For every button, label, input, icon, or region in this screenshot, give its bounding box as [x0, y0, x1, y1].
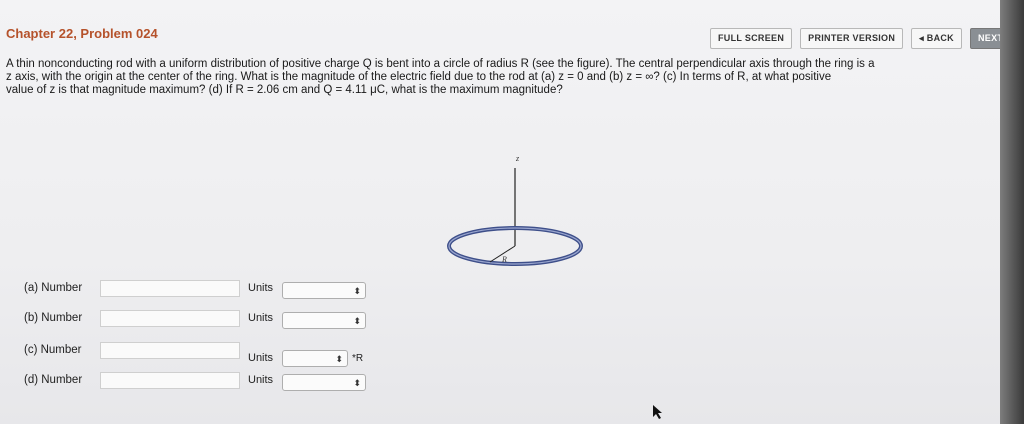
problem-line-3: value of z is that magnitude maximum? (d…	[6, 84, 563, 96]
problem-line-1: A thin nonconducting rod with a uniform …	[6, 58, 875, 70]
number-input-d[interactable]	[100, 372, 240, 389]
units-select-c[interactable]: ⬍	[282, 350, 348, 367]
select-arrow-icon: ⬍	[353, 316, 361, 326]
radius-label: R	[501, 255, 507, 264]
answer-row-b: (b) Number Units ⬍	[0, 308, 460, 332]
toolbar: FULL SCREEN PRINTER VERSION ◂ BACK NEXT …	[710, 28, 1019, 49]
number-input-b[interactable]	[100, 310, 240, 327]
units-label-d: Units	[248, 374, 274, 386]
problem-statement: A thin nonconducting rod with a uniform …	[6, 58, 991, 97]
answer-label-a: (a) Number	[24, 282, 83, 294]
page: FULL SCREEN PRINTER VERSION ◂ BACK NEXT …	[0, 0, 1019, 424]
full-screen-button[interactable]: FULL SCREEN	[710, 28, 793, 49]
answer-label-b: (b) Number	[24, 312, 83, 324]
screen-edge	[1000, 0, 1024, 424]
answer-form: (a) Number Units ⬍ (b) Number Units ⬍ (c…	[0, 278, 460, 398]
ring-figure-svg: z R	[447, 154, 583, 266]
page-title: Chapter 22, Problem 024	[6, 26, 158, 41]
z-axis-label: z	[515, 154, 520, 163]
answer-label-c: (c) Number	[24, 344, 82, 356]
answer-row-d: (d) Number Units ⬍	[0, 370, 460, 394]
back-button[interactable]: ◂ BACK	[911, 28, 962, 49]
number-input-c[interactable]	[100, 342, 240, 359]
units-label-b: Units	[248, 312, 274, 324]
select-arrow-icon: ⬍	[353, 286, 361, 296]
units-select-b[interactable]: ⬍	[282, 312, 366, 329]
printer-version-button[interactable]: PRINTER VERSION	[800, 28, 904, 49]
answer-label-d: (d) Number	[24, 374, 83, 386]
units-label-a: Units	[248, 282, 274, 294]
mouse-cursor-icon	[653, 405, 662, 419]
number-input-a[interactable]	[100, 280, 240, 297]
units-select-d[interactable]: ⬍	[282, 374, 366, 391]
ring-figure: z R	[440, 150, 590, 275]
answer-row-a: (a) Number Units ⬍	[0, 278, 460, 302]
select-arrow-icon: ⬍	[335, 354, 343, 364]
answer-row-c: (c) Number Units ⬍ *R	[0, 340, 460, 367]
select-arrow-icon: ⬍	[353, 378, 361, 388]
units-label-c: Units	[248, 352, 274, 364]
problem-line-2: z axis, with the origin at the center of…	[6, 71, 832, 83]
units-suffix-c: *R	[352, 353, 364, 364]
units-select-a[interactable]: ⬍	[282, 282, 366, 299]
